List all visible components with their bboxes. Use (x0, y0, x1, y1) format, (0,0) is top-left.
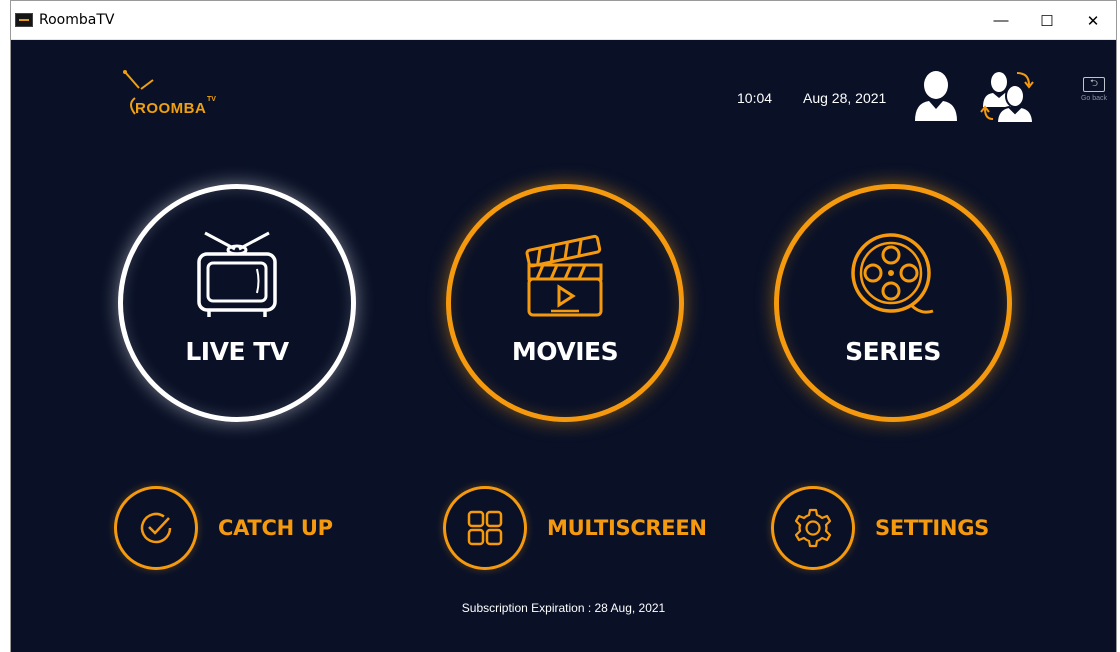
title-bar[interactable]: RoombaTV — ☐ ✕ (11, 1, 1116, 40)
app-logo-icon (15, 13, 33, 27)
logo-brand: ROOMBA (135, 100, 207, 117)
close-button[interactable]: ✕ (1070, 1, 1116, 40)
multiscreen-button[interactable]: MULTISCREEN (443, 486, 707, 570)
go-back-icon: ⮌ (1083, 77, 1105, 92)
live-tv-label: LIVE TV (185, 337, 289, 366)
go-back-button[interactable]: ⮌ Go back (1077, 77, 1111, 113)
subscription-expiration: Subscription Expiration : 28 Aug, 2021 (461, 601, 666, 615)
window-title: RoombaTV (39, 12, 115, 28)
film-reel-icon (851, 233, 934, 314)
series-tile[interactable]: SERIES (774, 184, 1012, 422)
gear-icon (794, 508, 832, 548)
check-circle-icon (140, 512, 172, 544)
profile-icon[interactable] (913, 69, 959, 121)
switch-user-icon[interactable] (979, 69, 1037, 123)
catch-up-label: CATCH UP (218, 516, 333, 540)
live-tv-tile[interactable]: LIVE TV (118, 184, 356, 422)
roomba-logo: ROOMBA TV (119, 68, 249, 128)
multiscreen-label: MULTISCREEN (547, 516, 707, 540)
app-window: RoombaTV — ☐ ✕ ROOMBA TV 10:04 Aug 28, 2… (10, 0, 1117, 652)
settings-button[interactable]: SETTINGS (771, 486, 989, 570)
tv-icon (197, 231, 277, 317)
series-label: SERIES (845, 337, 941, 366)
movies-tile[interactable]: MOVIES (446, 184, 684, 422)
go-back-label: Go back (1080, 95, 1108, 102)
settings-circle (771, 486, 855, 570)
settings-label: SETTINGS (875, 516, 989, 540)
maximize-button[interactable]: ☐ (1024, 1, 1070, 40)
logo-superscript: TV (207, 96, 216, 103)
minimize-button[interactable]: — (978, 1, 1024, 40)
multiscreen-circle (443, 486, 527, 570)
catch-up-button[interactable]: CATCH UP (114, 486, 333, 570)
clock-date: Aug 28, 2021 (803, 90, 887, 106)
clock-time: 10:04 (737, 90, 773, 106)
movies-label: MOVIES (511, 337, 619, 366)
grid-icon (467, 510, 503, 546)
logo-antenna-icon (123, 70, 154, 115)
clapperboard-icon (525, 234, 603, 317)
main-content: ROOMBA TV 10:04 Aug 28, 2021 ⮌ Go back L… (11, 41, 1116, 652)
catch-up-circle (114, 486, 198, 570)
